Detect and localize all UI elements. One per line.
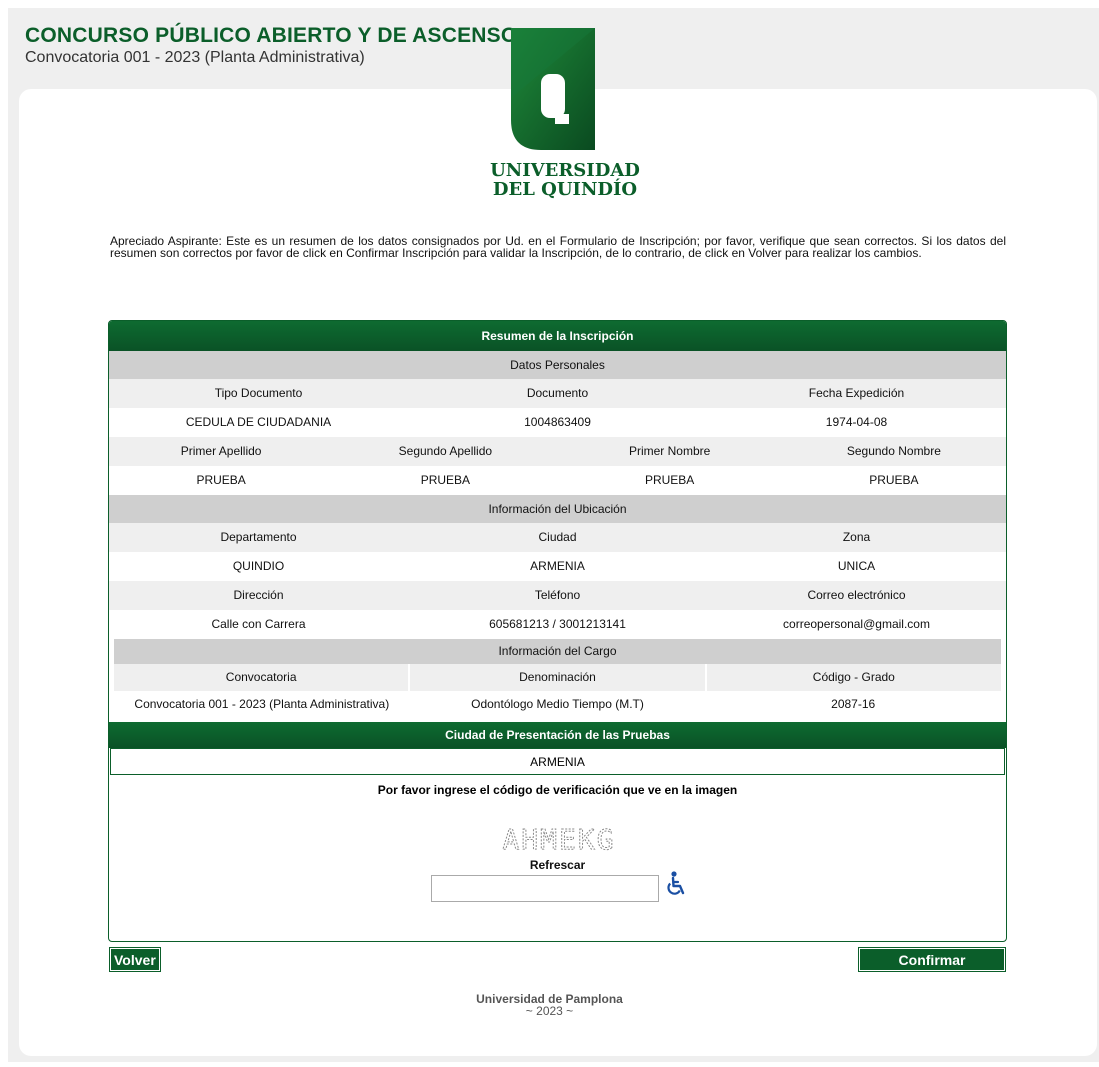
- label-denominacion: Denominación: [408, 664, 704, 691]
- table-row: Dirección Teléfono Correo electrónico: [109, 581, 1006, 610]
- value-primer-apellido: PRUEBA: [196, 473, 246, 487]
- tests-city-title: Ciudad de Presentación de las Pruebas: [109, 722, 1006, 748]
- table-row: Convocatoria Denominación Código - Grado: [114, 664, 1001, 691]
- table-row: QUINDIO ARMENIA UNICA: [109, 552, 1006, 581]
- footer-year: ~ 2023 ~: [525, 1004, 574, 1018]
- page-title: CONCURSO PÚBLICO ABIERTO Y DE ASCENSO: [25, 24, 518, 47]
- label-primer-nombre: Primer Nombre: [628, 444, 711, 458]
- label-correo: Correo electrónico: [807, 588, 906, 602]
- section-personal: Datos Personales: [109, 351, 1006, 379]
- value-tipo-documento: CEDULA DE CIUDADANIA: [185, 415, 332, 429]
- tests-city-value: ARMENIA: [110, 748, 1005, 775]
- captcha-prompt: Por favor ingrese el código de verificac…: [377, 783, 738, 797]
- label-convocatoria: Convocatoria: [225, 670, 297, 684]
- label-segundo-apellido: Segundo Apellido: [398, 444, 493, 458]
- confirm-registration-button[interactable]: Confirmar Inscripción: [858, 947, 1006, 991]
- table-row: PRUEBA PRUEBA PRUEBA PRUEBA: [109, 466, 1006, 495]
- table-row: CEDULA DE CIUDADANIA 1004863409 1974-04-…: [109, 408, 1006, 437]
- captcha-refresh-link[interactable]: Refrescar: [109, 858, 1006, 872]
- value-departamento: QUINDIO: [232, 559, 285, 573]
- label-direccion: Dirección: [233, 588, 284, 602]
- label-departamento: Departamento: [220, 530, 297, 544]
- label-zona: Zona: [842, 530, 871, 544]
- value-segundo-nombre: PRUEBA: [869, 473, 919, 487]
- label-segundo-nombre: Segundo Nombre: [846, 444, 941, 458]
- value-telefono: 605681213 / 3001213141: [489, 617, 626, 631]
- university-name: UNIVERSIDAD DEL QUINDÍO: [490, 161, 640, 199]
- table-row: Departamento Ciudad Zona: [109, 523, 1006, 552]
- captcha-image: AHMEKG: [502, 823, 615, 857]
- value-direccion: Calle con Carrera: [211, 617, 306, 631]
- section-location: Información del Ubicación: [109, 495, 1006, 523]
- table-row: Tipo Documento Documento Fecha Expedició…: [109, 379, 1006, 408]
- university-name-line1: UNIVERSIDAD: [490, 160, 640, 181]
- label-codigo-grado: Código - Grado: [704, 664, 1001, 691]
- table-row: Primer Apellido Segundo Apellido Primer …: [109, 437, 1006, 466]
- university-logo: UNIVERSIDAD DEL QUINDÍO: [490, 28, 640, 208]
- value-zona: UNICA: [837, 559, 876, 573]
- back-button[interactable]: Volver: [109, 947, 161, 972]
- footer: Universidad de Pamplona ~ 2023 ~: [0, 993, 1099, 1017]
- label-ciudad: Ciudad: [538, 530, 577, 544]
- shield-logo-icon: [511, 28, 595, 150]
- value-correo: correopersonal@gmail.com: [783, 617, 930, 631]
- university-name-line2: DEL QUINDÍO: [492, 179, 638, 200]
- wheelchair-icon[interactable]: [665, 871, 687, 897]
- table-row: Calle con Carrera 605681213 / 3001213141…: [109, 610, 1006, 639]
- summary-panel: Resumen de la Inscripción Datos Personal…: [108, 320, 1007, 942]
- label-primer-apellido: Primer Apellido: [180, 444, 262, 458]
- value-ciudad: ARMENIA: [530, 559, 585, 573]
- value-codigo-grado: 2087-16: [831, 697, 876, 711]
- label-telefono: Teléfono: [534, 588, 581, 602]
- label-tipo-documento: Tipo Documento: [214, 386, 303, 400]
- value-documento: 1004863409: [524, 415, 591, 429]
- captcha-code-input[interactable]: [431, 875, 659, 902]
- value-convocatoria: Convocatoria 001 - 2023 (Planta Administ…: [134, 697, 390, 711]
- cargo-section: Información del Cargo Convocatoria Denom…: [114, 639, 1001, 718]
- page-subtitle: Convocatoria 001 - 2023 (Planta Administ…: [25, 49, 365, 66]
- value-denominacion: Odontólogo Medio Tiempo (M.T): [471, 697, 644, 711]
- section-cargo: Información del Cargo: [114, 639, 1001, 664]
- label-documento: Documento: [526, 386, 589, 400]
- summary-title: Resumen de la Inscripción: [109, 321, 1006, 351]
- value-primer-nombre: PRUEBA: [644, 473, 695, 487]
- label-fecha-expedicion: Fecha Expedición: [808, 386, 905, 400]
- value-segundo-apellido: PRUEBA: [420, 473, 471, 487]
- intro-text: Apreciado Aspirante: Este es un resumen …: [110, 234, 1006, 260]
- captcha-code-text: AHMEKG: [502, 823, 615, 856]
- value-fecha-expedicion: 1974-04-08: [825, 415, 888, 429]
- table-row: Convocatoria 001 - 2023 (Planta Administ…: [114, 691, 1001, 718]
